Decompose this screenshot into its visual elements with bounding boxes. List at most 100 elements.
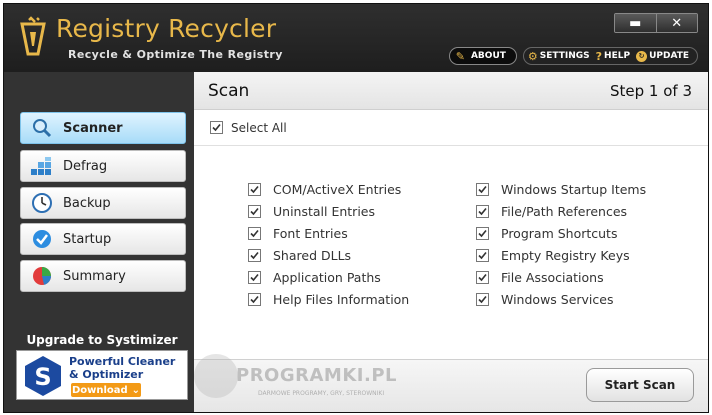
scan-option[interactable]: Help Files Information (248, 291, 410, 307)
scan-option-checkbox[interactable] (248, 270, 261, 284)
systimizer-logo-icon: S (25, 356, 61, 396)
window-controls: ▬ ✕ (614, 13, 698, 33)
scan-option-label: Empty Registry Keys (501, 247, 630, 263)
sidebar-item-label: Startup (63, 231, 112, 247)
update-link[interactable]: ↻ UPDATE (636, 50, 689, 62)
scan-option-checkbox[interactable] (248, 204, 261, 218)
scan-option-label: Program Shortcuts (501, 225, 618, 241)
select-all-row: Select All (194, 110, 708, 146)
watermark-logo-icon (194, 354, 238, 398)
magnifier-icon (31, 117, 53, 139)
scan-option-checkbox[interactable] (476, 204, 489, 218)
sidebar: Scanner Defrag Backup Startup Summary Up… (4, 72, 194, 412)
app-window: Registry Recycler Recycle & Optimize The… (3, 3, 709, 413)
pie-chart-icon (31, 265, 53, 287)
scan-option[interactable]: Empty Registry Keys (476, 247, 646, 263)
scan-option-checkbox[interactable] (476, 226, 489, 240)
refresh-icon: ↻ (636, 50, 648, 62)
checkmark-icon (250, 251, 259, 259)
chevron-down-icon: ⌄ (131, 384, 141, 396)
scan-option[interactable]: COM/ActiveX Entries (248, 181, 409, 197)
scan-option-checkbox[interactable] (248, 226, 261, 240)
sidebar-item-startup[interactable]: Startup (20, 223, 186, 255)
scan-option[interactable]: Uninstall Entries (248, 203, 409, 219)
scan-option-label: Help Files Information (273, 291, 410, 307)
scan-option-label: Windows Services (501, 291, 614, 307)
checkmark-icon (478, 229, 487, 237)
sidebar-item-scanner[interactable]: Scanner (20, 112, 186, 144)
scan-option-label: COM/ActiveX Entries (273, 181, 402, 197)
sidebar-item-label: Defrag (63, 158, 108, 174)
help-link[interactable]: ? HELP (596, 50, 630, 63)
checkmark-icon (478, 251, 487, 259)
checkmark-icon (478, 273, 487, 281)
scan-option[interactable]: Application Paths (248, 269, 409, 285)
settings-label: SETTINGS (539, 51, 590, 61)
scan-option[interactable]: Windows Startup Items (476, 182, 646, 197)
checkmark-circle-icon (31, 228, 53, 250)
recycle-bin-logo-icon (20, 16, 46, 56)
app-header: Registry Recycler Recycle & Optimize The… (4, 4, 708, 72)
checkmark-icon (250, 207, 259, 215)
checkmark-icon (212, 123, 221, 132)
select-all-checkbox[interactable] (210, 121, 223, 134)
scan-option-label: Application Paths (273, 269, 381, 285)
upgrade-line-2: & Optimizer (69, 368, 144, 381)
top-nav: ✎ ABOUT ⚙ SETTINGS ? HELP ↻ UPDATE (448, 47, 698, 65)
scan-option-checkbox[interactable] (248, 292, 261, 306)
watermark-text: PROGRAMKI.PL (236, 365, 397, 386)
scan-option-checkbox[interactable] (476, 182, 489, 196)
sidebar-item-label: Summary (63, 268, 126, 284)
scan-option[interactable]: File Associations (476, 269, 646, 285)
edit-icon: ✎ (455, 49, 465, 63)
upgrade-title: Upgrade to Systimizer (26, 333, 178, 347)
defrag-blocks-icon (31, 155, 53, 177)
sidebar-item-summary[interactable]: Summary (20, 260, 186, 292)
checkmark-icon (478, 185, 487, 193)
scan-option[interactable]: Font Entries (248, 225, 409, 241)
upgrade-banner[interactable]: S Powerful Cleaner & Optimizer Download … (16, 350, 188, 400)
page-title: Scan (208, 81, 250, 101)
sidebar-item-backup[interactable]: Backup (20, 187, 186, 219)
step-indicator: Step 1 of 3 (609, 82, 692, 100)
close-button[interactable]: ✕ (655, 14, 697, 32)
scan-options-left: COM/ActiveX Entries Uninstall Entries Fo… (248, 181, 410, 307)
question-icon: ? (595, 49, 603, 63)
scan-option[interactable]: Windows Services (476, 291, 646, 307)
scan-option[interactable]: Shared DLLs (248, 247, 409, 263)
sidebar-item-defrag[interactable]: Defrag (20, 150, 186, 182)
clock-icon (31, 192, 53, 214)
checkmark-icon (250, 295, 259, 303)
start-scan-button[interactable]: Start Scan (586, 368, 694, 402)
nav-pill: ⚙ SETTINGS ? HELP ↻ UPDATE (522, 47, 698, 65)
checkmark-icon (250, 273, 259, 281)
download-label: Download (71, 384, 128, 396)
download-button[interactable]: Download ⌄ (71, 383, 141, 397)
scan-option-checkbox[interactable] (476, 292, 489, 306)
scan-option-label: File Associations (501, 269, 604, 285)
scan-option[interactable]: Program Shortcuts (476, 225, 646, 241)
scan-option-checkbox[interactable] (248, 182, 261, 196)
scan-option-checkbox[interactable] (476, 248, 489, 262)
scan-option-label: Font Entries (273, 225, 348, 241)
checkmark-icon (250, 185, 259, 193)
scan-option[interactable]: File/Path References (476, 204, 646, 219)
gear-icon: ⚙ (527, 49, 538, 63)
checkmark-icon (250, 229, 259, 237)
main-header: Scan Step 1 of 3 (194, 72, 708, 110)
minimize-button[interactable]: ▬ (615, 14, 656, 32)
sidebar-item-label: Backup (63, 195, 111, 211)
scan-options-right: Windows Startup Items File/Path Referenc… (476, 182, 646, 307)
upgrade-line-1: Powerful Cleaner (69, 355, 176, 368)
settings-link[interactable]: ⚙ SETTINGS (528, 50, 590, 63)
scan-option-checkbox[interactable] (248, 248, 261, 262)
scan-option-label: Shared DLLs (273, 247, 352, 263)
about-button[interactable]: ✎ ABOUT (448, 47, 517, 65)
about-label: ABOUT (470, 51, 506, 61)
scan-option-label: Uninstall Entries (273, 203, 375, 219)
scan-option-checkbox[interactable] (476, 270, 489, 284)
watermark-subtext: DARMOWE PROGRAMY, GRY, STEROWNIKI (258, 390, 385, 397)
sidebar-item-label: Scanner (63, 120, 123, 136)
update-label: UPDATE (649, 51, 689, 61)
checkmark-icon (478, 295, 487, 303)
